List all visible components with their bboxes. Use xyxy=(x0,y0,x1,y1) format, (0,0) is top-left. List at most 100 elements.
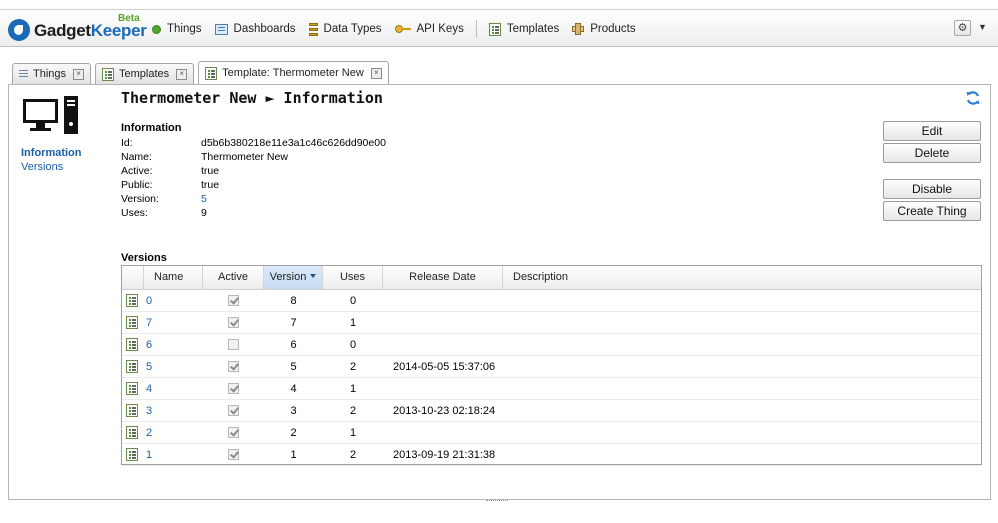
template-version-icon xyxy=(126,448,138,461)
tab-templates-label: Templates xyxy=(119,68,170,80)
cell-active xyxy=(203,422,264,444)
top-navigation-bar: GadgetKeeper Beta Things Dashboards Data… xyxy=(0,9,998,47)
delete-button[interactable]: Delete xyxy=(883,143,981,163)
cell-description xyxy=(503,334,981,356)
cell-release-date: 2013-09-19 21:31:38 xyxy=(393,449,496,461)
version-name-link[interactable]: 4 xyxy=(144,383,152,395)
template-version-icon xyxy=(126,360,138,373)
info-row-active: Active: true xyxy=(121,164,386,178)
close-icon[interactable]: × xyxy=(176,68,188,80)
cell-icon xyxy=(122,400,144,422)
column-header-icon xyxy=(122,266,144,289)
template-icon xyxy=(205,66,218,80)
nav-dashboards-label: Dashboards xyxy=(233,23,296,35)
cell-uses: 0 xyxy=(349,339,357,351)
cell-name: 6 xyxy=(144,334,203,356)
cell-version: 2 xyxy=(290,427,297,439)
version-name-link[interactable]: 1 xyxy=(144,449,152,461)
data-types-icon xyxy=(308,22,318,36)
sidebar-item-information[interactable]: Information xyxy=(21,147,82,159)
column-header-version[interactable]: Version xyxy=(264,266,323,289)
tab-template-thermometer-new[interactable]: Template: Thermometer New × xyxy=(198,61,389,84)
version-name-link[interactable]: 6 xyxy=(144,339,152,351)
computer-icon xyxy=(23,96,78,134)
info-row-public: Public: true xyxy=(121,178,386,192)
info-row-id: Id: d5b6b380218e11e3a1c46c626dd90e00 xyxy=(121,136,386,150)
cell-description xyxy=(503,400,981,422)
cell-uses: 2 xyxy=(349,405,357,417)
main-nav: Things Dashboards Data Types API Keys Te… xyxy=(152,20,649,38)
column-header-uses[interactable]: Uses xyxy=(323,266,383,289)
table-row[interactable]: 2 2 1 xyxy=(122,422,981,444)
sidebar-item-versions[interactable]: Versions xyxy=(21,161,82,173)
cell-uses: 1 xyxy=(349,427,357,439)
nav-things[interactable]: Things xyxy=(152,23,202,35)
column-header-active[interactable]: Active xyxy=(203,266,264,289)
cell-active xyxy=(203,290,264,312)
table-row[interactable]: 6 6 0 xyxy=(122,334,981,356)
settings-dropdown-caret-icon[interactable]: ▼ xyxy=(978,22,987,32)
close-icon[interactable]: × xyxy=(73,68,85,80)
beta-badge: Beta xyxy=(118,13,140,24)
nav-api-keys[interactable]: API Keys xyxy=(394,23,464,35)
column-header-description[interactable]: Description xyxy=(503,266,981,289)
products-icon xyxy=(572,23,585,35)
cell-active xyxy=(203,334,264,356)
table-row[interactable]: 7 7 1 xyxy=(122,312,981,334)
table-body: 0 8 0 7 7 1 6 6 0 5 5 2 2014-05-05 15:37:06 4 4 1 3 3 2 201… xyxy=(122,290,981,466)
cell-icon xyxy=(122,444,144,466)
nav-templates-label: Templates xyxy=(506,23,560,35)
tab-template-label: Template: Thermometer New xyxy=(222,67,364,79)
refresh-icon[interactable] xyxy=(965,90,981,106)
cell-description xyxy=(503,378,981,400)
gear-icon: ⚙ xyxy=(957,22,968,34)
create-thing-button[interactable]: Create Thing xyxy=(883,201,981,221)
gadgetkeeper-logo[interactable]: GadgetKeeper Beta xyxy=(6,13,147,43)
info-key: Uses: xyxy=(121,207,148,219)
version-name-link[interactable]: 3 xyxy=(144,405,152,417)
cell-release-date xyxy=(383,334,503,356)
tab-templates[interactable]: Templates × xyxy=(95,63,195,84)
info-key: Active: xyxy=(121,165,153,177)
page-title: Thermometer New ► Information xyxy=(121,89,383,107)
cell-version: 1 xyxy=(290,449,297,461)
cell-version: 7 xyxy=(290,317,297,329)
info-row-version: Version: 5 xyxy=(121,192,386,206)
table-row[interactable]: 4 4 1 xyxy=(122,378,981,400)
nav-products-label: Products xyxy=(590,23,636,35)
active-checkbox xyxy=(228,317,239,328)
table-row[interactable]: 5 5 2 2014-05-05 15:37:06 xyxy=(122,356,981,378)
nav-dashboards[interactable]: Dashboards xyxy=(214,23,296,35)
table-row[interactable]: 3 3 2 2013-10-23 02:18:24 xyxy=(122,400,981,422)
nav-templates[interactable]: Templates xyxy=(488,22,560,36)
version-name-link[interactable]: 0 xyxy=(144,295,152,307)
table-row[interactable]: 1 1 2 2013-09-19 21:31:38 xyxy=(122,444,981,466)
info-row-uses: Uses: 9 xyxy=(121,206,386,220)
info-key: Id: xyxy=(121,137,133,149)
info-key: Public: xyxy=(121,179,153,191)
tab-things[interactable]: Things × xyxy=(12,63,92,84)
info-value-version-link[interactable]: 5 xyxy=(201,192,207,206)
edit-button[interactable]: Edit xyxy=(883,121,981,141)
tab-things-label: Things xyxy=(33,68,67,80)
table-row[interactable]: 0 8 0 xyxy=(122,290,981,312)
settings-button[interactable]: ⚙ xyxy=(954,20,971,36)
info-value-name: Thermometer New xyxy=(201,151,288,163)
nav-products[interactable]: Products xyxy=(572,23,636,35)
column-header-release-date[interactable]: Release Date xyxy=(383,266,503,289)
cell-icon xyxy=(122,378,144,400)
cell-active xyxy=(203,444,264,466)
column-header-name[interactable]: Name xyxy=(144,266,203,289)
panel-splitter[interactable] xyxy=(8,500,991,506)
versions-heading: Versions xyxy=(121,252,167,264)
nav-data-types[interactable]: Data Types xyxy=(308,22,382,36)
cell-icon xyxy=(122,356,144,378)
disable-button[interactable]: Disable xyxy=(883,179,981,199)
version-name-link[interactable]: 7 xyxy=(144,317,152,329)
close-icon[interactable]: × xyxy=(370,67,382,79)
cell-active xyxy=(203,312,264,334)
active-checkbox xyxy=(228,339,239,350)
cell-description xyxy=(503,444,981,466)
version-name-link[interactable]: 5 xyxy=(144,361,152,373)
version-name-link[interactable]: 2 xyxy=(144,427,152,439)
